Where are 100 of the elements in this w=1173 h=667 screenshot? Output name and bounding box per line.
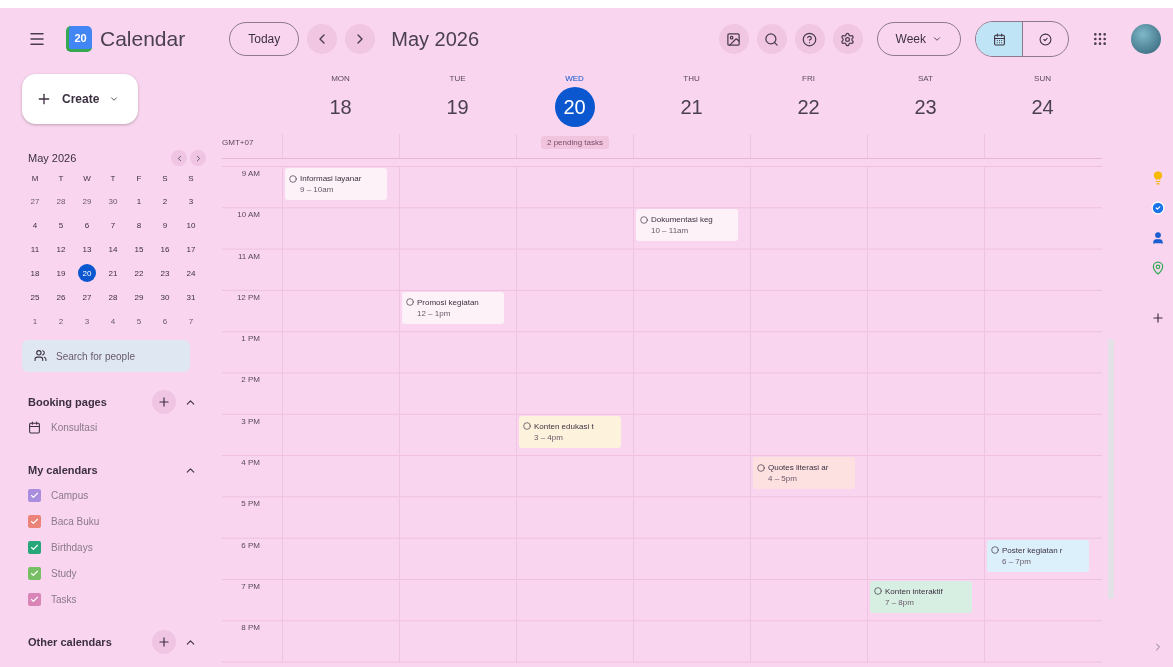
section-title: Other calendars	[28, 636, 113, 648]
add-icon[interactable]	[1151, 311, 1165, 325]
mini-calendar-day[interactable]: 24	[182, 264, 200, 282]
event-card[interactable]: Promosi kegiatan 12 – 1pm	[402, 291, 504, 324]
calendar-checkbox[interactable]	[28, 488, 41, 502]
mini-calendar-title: May 2026	[28, 152, 78, 164]
timezone-label: GMT+07	[222, 137, 255, 149]
mini-calendar-day[interactable]: 4	[26, 216, 44, 234]
mini-calendar-day[interactable]: 3	[78, 312, 96, 330]
hour-label: 11 AM	[236, 251, 261, 263]
mini-calendar-day[interactable]: 28	[104, 288, 122, 306]
person-icon[interactable]	[1151, 231, 1165, 245]
mini-calendar-day[interactable]: 2	[156, 192, 174, 210]
mini-calendar-day[interactable]: 28	[52, 192, 70, 210]
event-card[interactable]: Poster kegiatan r 6 – 7pm	[987, 539, 1089, 572]
day-number[interactable]: 19	[437, 87, 478, 127]
check-circle-icon[interactable]	[1151, 201, 1165, 215]
mini-calendar-day[interactable]: 13	[78, 240, 96, 258]
mini-calendar-day[interactable]: 10	[182, 216, 200, 234]
event-card[interactable]: Quotes literasi ar 4 – 5pm	[753, 457, 855, 490]
day-number[interactable]: 23	[905, 87, 946, 127]
calendar-icon	[992, 32, 1006, 46]
hour-label: 10 AM	[236, 210, 261, 222]
mini-calendar-day[interactable]: 12	[52, 240, 70, 258]
calendar-checkbox[interactable]	[28, 592, 41, 606]
add-icon[interactable]	[152, 390, 176, 414]
next-icon[interactable]	[345, 24, 376, 54]
mini-calendar-day[interactable]: 23	[156, 264, 174, 282]
mini-calendar-day[interactable]: 3	[182, 192, 200, 210]
mini-calendar-day[interactable]: 19	[52, 264, 70, 282]
calendar-checkbox[interactable]	[28, 540, 41, 554]
event-card[interactable]: Konten interaktif 7 – 8pm	[870, 580, 972, 613]
previous-icon[interactable]	[307, 24, 338, 54]
mini-calendar-day[interactable]: 5	[52, 216, 70, 234]
search-icon[interactable]	[756, 24, 787, 54]
mini-calendar-day[interactable]: 29	[78, 192, 96, 210]
mini-calendar-day[interactable]: 14	[104, 240, 122, 258]
event-card[interactable]: Dokumentasi keg 10 – 11am	[636, 209, 738, 242]
create-button[interactable]: Create	[22, 74, 138, 124]
mini-calendar-day[interactable]: 8	[130, 216, 148, 234]
calendar-checkbox[interactable]	[28, 514, 41, 528]
mini-calendar-day[interactable]: 30	[104, 192, 122, 210]
mini-calendar-day[interactable]: 6	[156, 312, 174, 330]
weekday-label: S	[187, 173, 195, 185]
mini-calendar-day[interactable]: 26	[52, 288, 70, 306]
calendar-view-button[interactable]	[976, 22, 1022, 56]
circle-icon	[406, 298, 414, 307]
day-name: TUE	[449, 74, 466, 83]
mini-calendar-day[interactable]: 7	[182, 312, 200, 330]
mini-calendar-day[interactable]: 20	[78, 264, 96, 282]
event-title: Informasi layanar	[289, 174, 383, 183]
day-number[interactable]: 20	[554, 87, 595, 127]
mini-calendar-day[interactable]: 5	[130, 312, 148, 330]
section-title: My calendars	[28, 464, 99, 476]
day-number[interactable]: 24	[1022, 87, 1063, 127]
day-number[interactable]: 18	[320, 87, 361, 127]
settings-icon[interactable]	[832, 24, 863, 54]
mini-calendar-day[interactable]: 27	[78, 288, 96, 306]
mini-calendar-day[interactable]: 31	[182, 288, 200, 306]
day-number[interactable]: 22	[788, 87, 829, 127]
avatar[interactable]	[1131, 24, 1161, 54]
event-card[interactable]: Informasi layanar 9 – 10am	[285, 168, 387, 200]
mini-calendar-day[interactable]: 1	[26, 312, 44, 330]
mini-calendar-day[interactable]: 29	[130, 288, 148, 306]
event-time: 12 – 1pm	[416, 308, 452, 318]
calendar-name: Campus	[51, 489, 89, 501]
calendar-name: Baca Buku	[51, 515, 100, 527]
mini-calendar-day[interactable]: 21	[104, 264, 122, 282]
mini-calendar-day[interactable]: 22	[130, 264, 148, 282]
pending-tasks-chip[interactable]: 2 pending tasks	[540, 136, 609, 149]
circle-icon	[874, 587, 882, 596]
search-people-field[interactable]: Search for people	[22, 340, 190, 372]
mini-calendar-day[interactable]: 1	[130, 192, 148, 210]
add-icon[interactable]	[152, 630, 176, 654]
mini-calendar-day[interactable]: 11	[26, 240, 44, 258]
image-icon[interactable]	[718, 24, 749, 54]
calendar-name: Study	[51, 567, 77, 579]
calendar-checkbox[interactable]	[28, 566, 41, 580]
app-name: Calendar	[100, 27, 186, 51]
mini-calendar-day[interactable]: 17	[182, 240, 200, 258]
mini-calendar-day[interactable]: 9	[156, 216, 174, 234]
day-number[interactable]: 21	[671, 87, 712, 127]
help-icon[interactable]	[794, 24, 825, 54]
mini-calendar-day[interactable]: 6	[78, 216, 96, 234]
mini-calendar-day[interactable]: 27	[26, 192, 44, 210]
mini-calendar-day[interactable]: 18	[26, 264, 44, 282]
circle-icon	[523, 422, 531, 431]
mini-calendar-day[interactable]: 4	[104, 312, 122, 330]
period-title: May 2026	[391, 27, 480, 51]
event-card[interactable]: Konten edukasi t 3 – 4pm	[519, 415, 621, 448]
mini-calendar-day[interactable]: 7	[104, 216, 122, 234]
map-pin-icon[interactable]	[1151, 261, 1165, 275]
mini-calendar-day[interactable]: 25	[26, 288, 44, 306]
check-icon	[30, 568, 39, 578]
mini-calendar-day[interactable]: 30	[156, 288, 174, 306]
mini-calendar-day[interactable]: 16	[156, 240, 174, 258]
weekday-label: W	[82, 173, 92, 185]
event-time: 3 – 4pm	[533, 432, 564, 442]
mini-calendar-day[interactable]: 2	[52, 312, 70, 330]
mini-calendar-day[interactable]: 15	[130, 240, 148, 258]
